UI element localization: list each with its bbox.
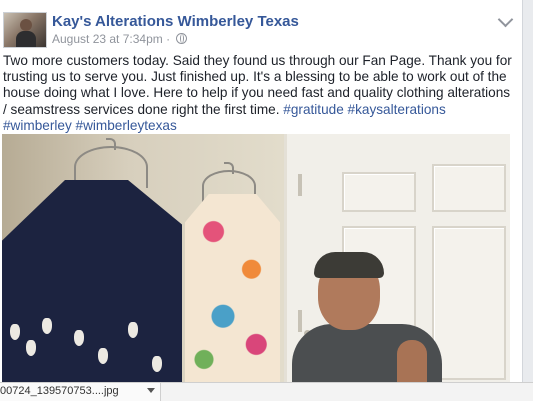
download-file-name[interactable]: 00724_139570753....jpg	[0, 385, 119, 397]
meta-separator: ·	[162, 32, 174, 46]
page-avatar[interactable]	[3, 12, 47, 48]
post-meta: August 23 at 7:34pm ·	[52, 32, 188, 46]
person-arm	[397, 340, 427, 382]
globe-icon[interactable]	[176, 33, 188, 44]
embroidery-motif	[42, 318, 52, 334]
embroidery-motif	[98, 348, 108, 364]
embroidery-motif	[152, 356, 162, 372]
door-hinge	[298, 174, 302, 196]
hashtag-link[interactable]: #wimberleytexas	[76, 118, 177, 133]
door-panel	[342, 172, 416, 212]
embroidery-motif	[10, 324, 20, 340]
door-panel	[432, 164, 506, 212]
door-hinge	[298, 310, 302, 332]
post-card: Kay's Alterations Wimberley Texas August…	[0, 0, 523, 400]
avatar-head-shape	[20, 19, 32, 31]
hashtag-link[interactable]: #gratitude	[283, 102, 343, 117]
download-bar: 00724_139570753....jpg	[0, 382, 533, 401]
download-item[interactable]: 00724_139570753....jpg	[0, 383, 161, 401]
person-headwrap	[314, 252, 384, 278]
chevron-down-icon[interactable]	[497, 11, 514, 28]
chevron-down-icon[interactable]	[147, 388, 155, 393]
post-timestamp-link[interactable]: August 23 at 7:34pm	[52, 32, 163, 46]
post-text: Two more customers today. Said they foun…	[3, 53, 517, 134]
avatar-body-shape	[16, 31, 36, 47]
embroidery-motif	[74, 330, 84, 346]
hashtag-link[interactable]: #wimberley	[3, 118, 72, 133]
page-name-link[interactable]: Kay's Alterations Wimberley Texas	[52, 13, 299, 30]
hashtag-link[interactable]: #kaysalterations	[348, 102, 446, 117]
door-panel	[432, 226, 506, 380]
floral-dress	[185, 194, 280, 382]
embroidery-motif	[26, 340, 36, 356]
post-photo[interactable]	[2, 134, 510, 382]
embroidery-motif	[128, 322, 138, 338]
